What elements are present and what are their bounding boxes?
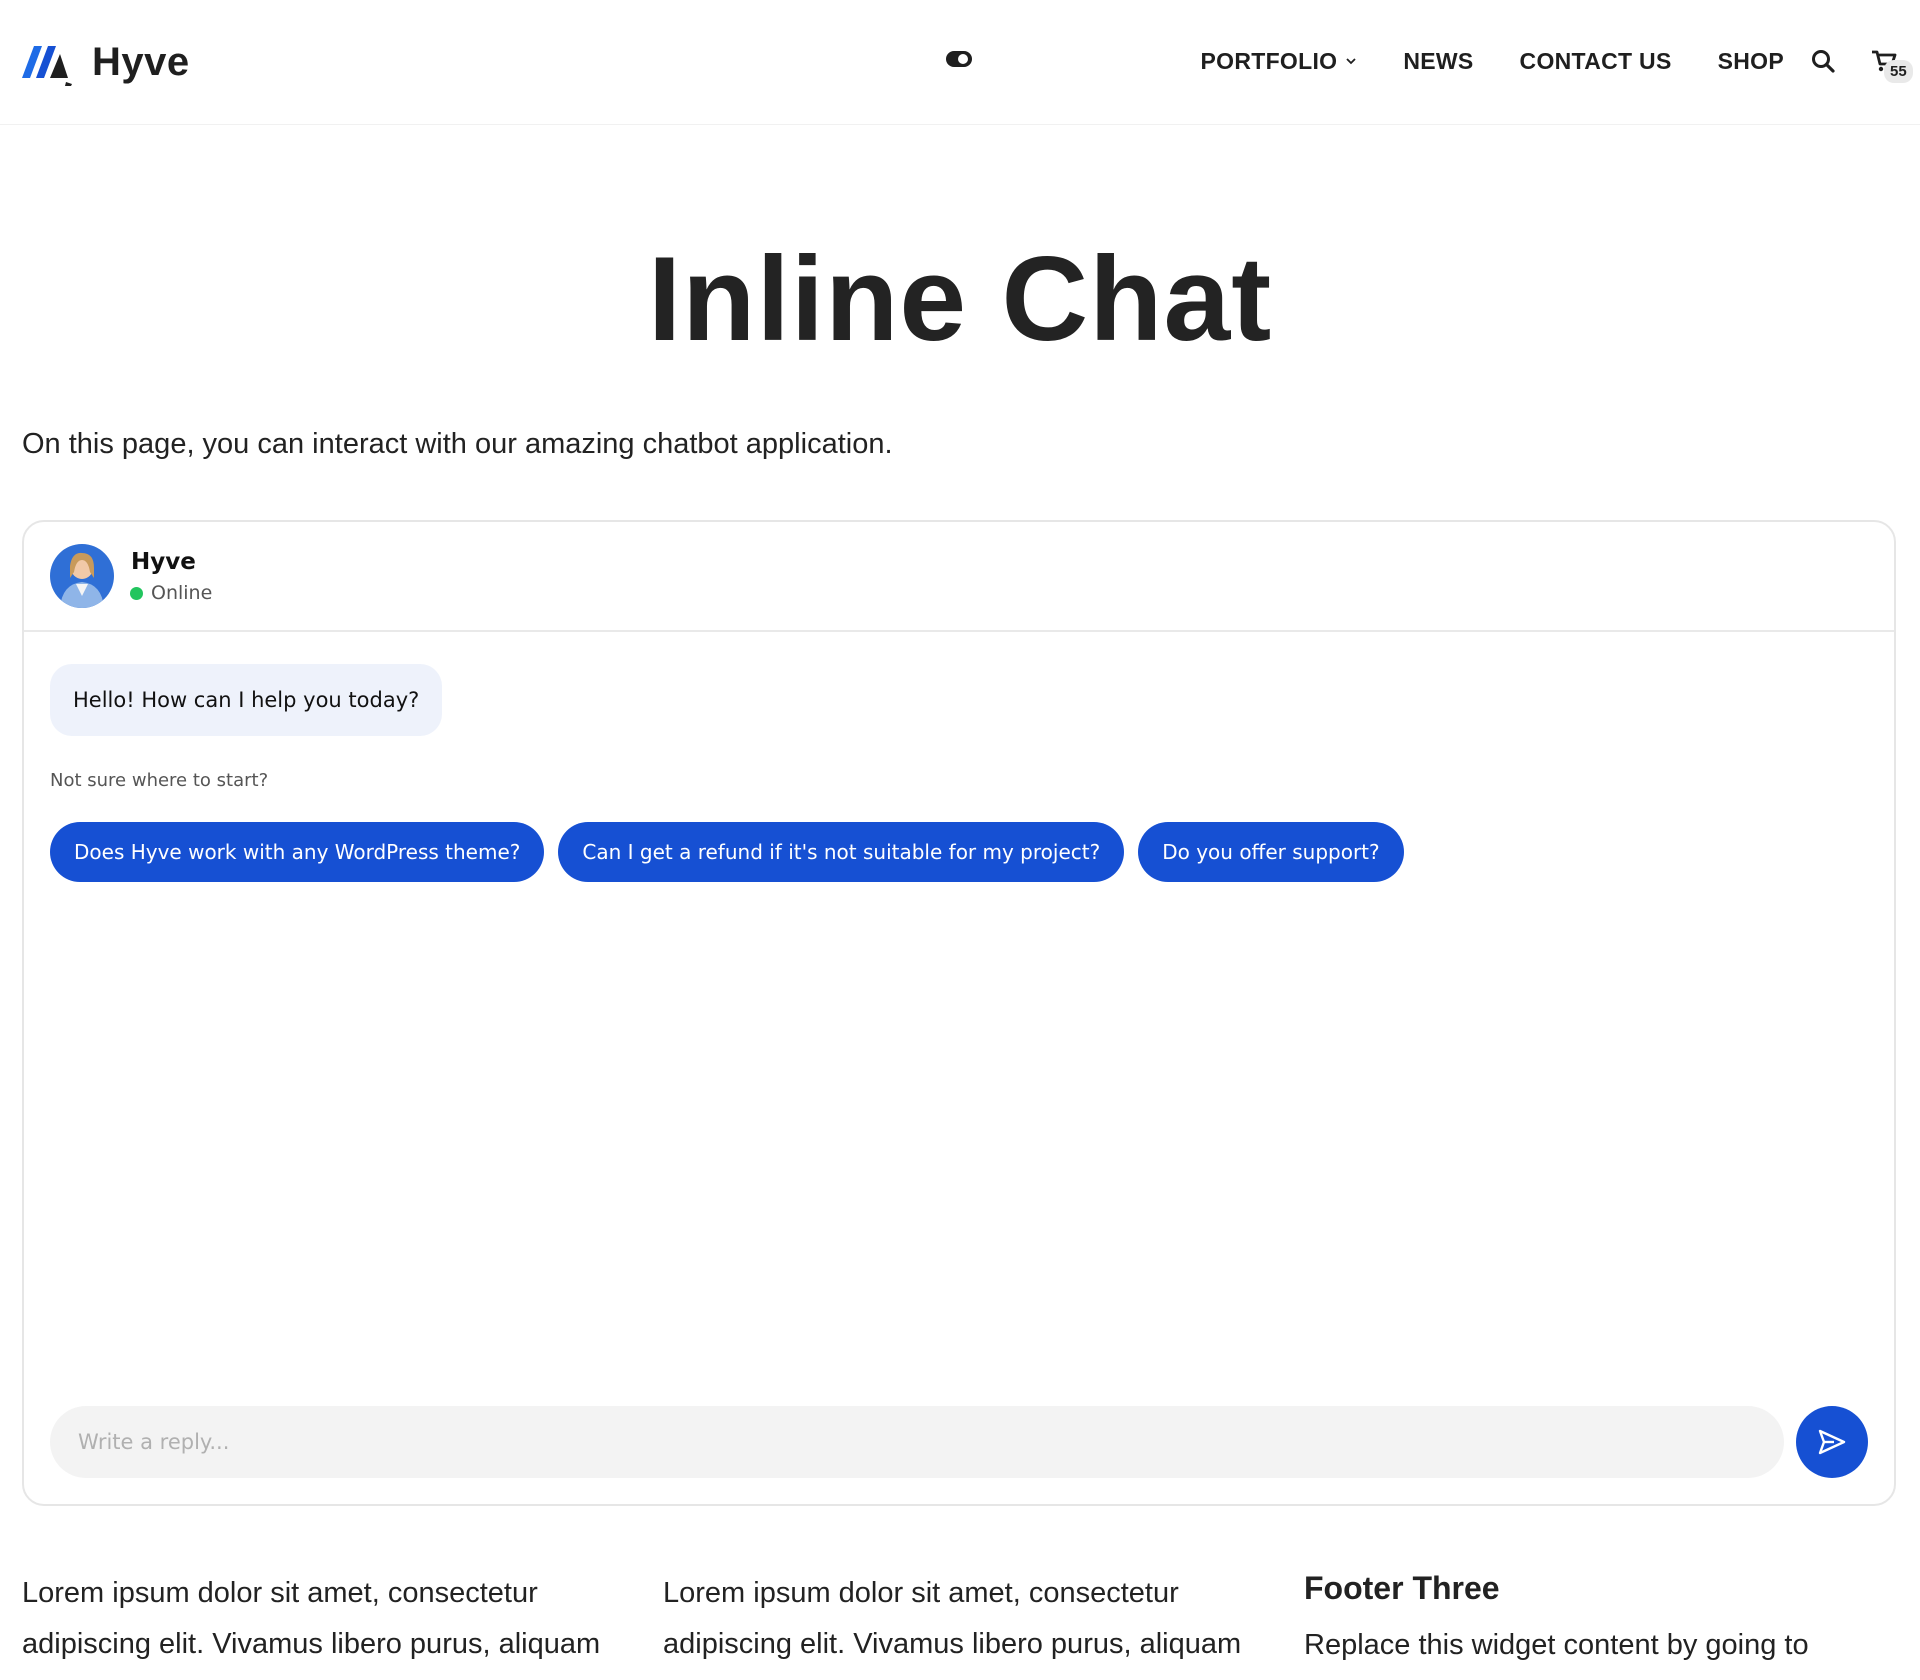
main-nav: PORTFOLIO NEWS CONTACT US SHOP 55 — [1200, 38, 1913, 84]
brand-link[interactable]: Hyve — [22, 38, 190, 86]
footer-text-line: Lorem ipsum dolor sit amet, consectetur — [22, 1577, 538, 1609]
intro-text: On this page, you can interact with our … — [22, 428, 893, 460]
hyve-logo-icon — [22, 46, 72, 86]
bot-name: Hyve — [131, 549, 196, 575]
nav-shop[interactable]: SHOP — [1718, 48, 1784, 75]
search-icon[interactable] — [1810, 48, 1836, 74]
status-label: Online — [151, 582, 213, 604]
nav-portfolio-label: PORTFOLIO — [1200, 47, 1338, 74]
footer-column-one: Lorem ipsum dolor sit amet, consectetur … — [22, 1568, 622, 1670]
suggestion-chip[interactable]: Does Hyve work with any WordPress theme? — [50, 822, 545, 882]
footer-column-two: Lorem ipsum dolor sit amet, consectetur … — [663, 1568, 1263, 1670]
page-title: Inline Chat — [647, 232, 1273, 366]
nav-contact-us[interactable]: CONTACT US — [1520, 48, 1672, 75]
send-icon — [1818, 1429, 1846, 1455]
footer-text-line: Lorem ipsum dolor sit amet, consectetur — [663, 1577, 1179, 1609]
suggestion-chip[interactable]: Can I get a refund if it's not suitable … — [558, 822, 1125, 882]
theme-toggle-icon[interactable] — [945, 49, 973, 69]
footer-three-title: Footer Three — [1304, 1570, 1500, 1606]
bot-avatar — [50, 544, 114, 608]
suggestion-hint: Not sure where to start? — [50, 770, 269, 791]
cart-count-badge: 55 — [1884, 60, 1913, 83]
nav-portfolio[interactable]: PORTFOLIO — [1200, 48, 1357, 75]
bot-message: Hello! How can I help you today? — [50, 664, 443, 736]
send-button[interactable] — [1796, 1406, 1868, 1478]
nav-news[interactable]: NEWS — [1403, 48, 1473, 75]
chat-header: Hyve Online — [24, 522, 1894, 632]
brand-name: Hyve — [92, 39, 190, 84]
reply-input[interactable] — [50, 1406, 1784, 1478]
cart-button[interactable]: 55 — [1870, 46, 1913, 83]
suggestion-chips: Does Hyve work with any WordPress theme?… — [50, 822, 1404, 882]
footer-three-text: Replace this widget content by going to — [1304, 1629, 1809, 1661]
chevron-down-icon — [1346, 58, 1356, 65]
footer-text-line: adipiscing elit. Vivamus libero purus, a… — [663, 1628, 1242, 1660]
footer-text-line: adipiscing elit. Vivamus libero purus, a… — [22, 1628, 601, 1660]
online-dot-icon — [130, 586, 143, 600]
online-status: Online — [130, 582, 212, 604]
suggestion-chip[interactable]: Do you offer support? — [1138, 822, 1404, 882]
site-header: Hyve PORTFOLIO NEWS CONTACT US SHOP 55 — [0, 0, 1920, 124]
chat-widget: Hyve Online Hello! How can I help you to… — [22, 520, 1896, 1506]
